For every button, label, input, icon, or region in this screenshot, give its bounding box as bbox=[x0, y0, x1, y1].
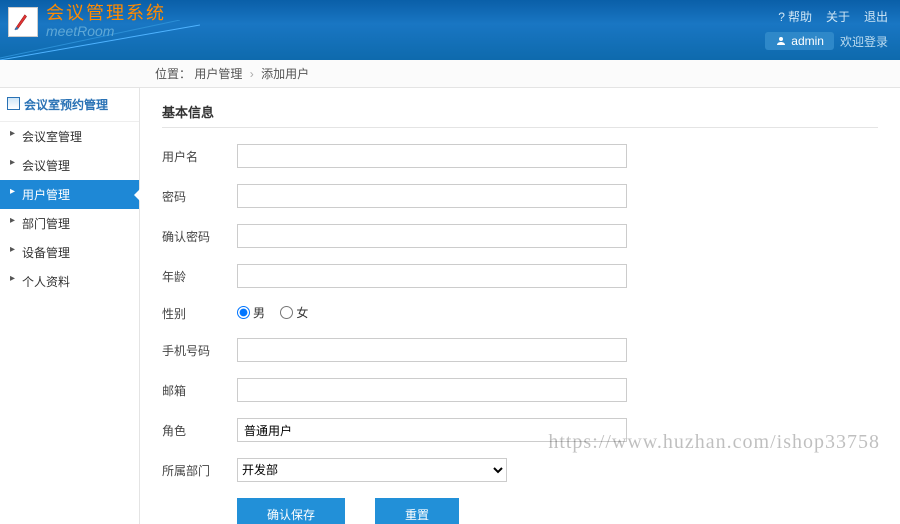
label-role: 角色 bbox=[162, 422, 237, 439]
label-age: 年龄 bbox=[162, 268, 237, 285]
help-icon: ? bbox=[778, 10, 785, 24]
breadcrumb-parent[interactable]: 用户管理 bbox=[194, 67, 242, 81]
reset-button[interactable]: 重置 bbox=[375, 498, 459, 524]
label-gender: 性别 bbox=[162, 305, 237, 322]
sidebar-item-device[interactable]: 设备管理 bbox=[0, 238, 139, 267]
sidebar-item-user[interactable]: 用户管理 bbox=[0, 180, 139, 209]
label-username: 用户名 bbox=[162, 148, 237, 165]
main-content: 基本信息 用户名 密码 确认密码 年龄 性别 男 女 手机号码 bbox=[140, 88, 900, 524]
about-link[interactable]: 关于 bbox=[826, 8, 850, 25]
app-subtitle: meetRoom bbox=[46, 24, 166, 39]
username-input[interactable] bbox=[237, 144, 627, 168]
header-links: ?帮助 关于 退出 bbox=[778, 8, 888, 25]
gender-male-option[interactable]: 男 bbox=[237, 304, 265, 321]
dept-select[interactable]: 开发部 bbox=[237, 458, 507, 482]
label-confirm: 确认密码 bbox=[162, 228, 237, 245]
email-input[interactable] bbox=[237, 378, 627, 402]
role-input[interactable] bbox=[237, 418, 627, 442]
sidebar-heading: 会议室预约管理 bbox=[0, 88, 139, 122]
sidebar-item-room[interactable]: 会议室管理 bbox=[0, 122, 139, 151]
label-password: 密码 bbox=[162, 188, 237, 205]
gender-male-radio[interactable] bbox=[237, 306, 250, 319]
gender-radio-group: 男 女 bbox=[237, 304, 627, 322]
breadcrumb: 位置： 用户管理 › 添加用户 bbox=[0, 60, 900, 88]
user-icon bbox=[775, 35, 787, 47]
help-link[interactable]: ?帮助 bbox=[778, 8, 812, 25]
breadcrumb-label: 位置： bbox=[155, 67, 191, 81]
breadcrumb-current: 添加用户 bbox=[261, 67, 309, 81]
logo-area: 会议管理系统 meetRoom bbox=[8, 4, 166, 39]
phone-input[interactable] bbox=[237, 338, 627, 362]
gender-female-radio[interactable] bbox=[280, 306, 293, 319]
welcome-text: 欢迎登录 bbox=[840, 33, 888, 50]
password-input[interactable] bbox=[237, 184, 627, 208]
app-logo-icon bbox=[8, 7, 38, 37]
label-email: 邮箱 bbox=[162, 382, 237, 399]
user-badge[interactable]: admin bbox=[765, 32, 834, 50]
sidebar-item-meeting[interactable]: 会议管理 bbox=[0, 151, 139, 180]
label-dept: 所属部门 bbox=[162, 462, 237, 479]
save-button[interactable]: 确认保存 bbox=[237, 498, 345, 524]
app-header: 会议管理系统 meetRoom ?帮助 关于 退出 admin 欢迎登录 bbox=[0, 0, 900, 60]
breadcrumb-separator: › bbox=[250, 67, 254, 81]
gender-female-option[interactable]: 女 bbox=[280, 304, 308, 321]
header-user: admin 欢迎登录 bbox=[765, 32, 888, 50]
sidebar-item-profile[interactable]: 个人资料 bbox=[0, 267, 139, 296]
section-title: 基本信息 bbox=[162, 102, 878, 128]
app-title: 会议管理系统 bbox=[46, 4, 166, 24]
age-input[interactable] bbox=[237, 264, 627, 288]
label-phone: 手机号码 bbox=[162, 342, 237, 359]
confirm-password-input[interactable] bbox=[237, 224, 627, 248]
sidebar: 会议室预约管理 会议室管理 会议管理 用户管理 部门管理 设备管理 个人资料 bbox=[0, 88, 140, 524]
sidebar-item-dept[interactable]: 部门管理 bbox=[0, 209, 139, 238]
logout-link[interactable]: 退出 bbox=[864, 8, 888, 25]
